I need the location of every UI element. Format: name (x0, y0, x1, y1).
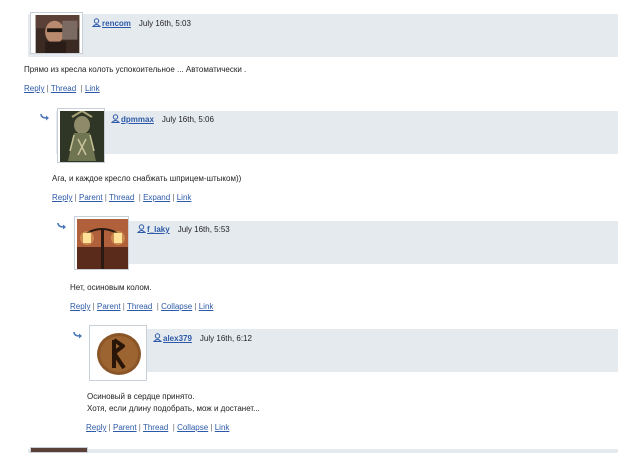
comment-date: July 16th, 6:12 (199, 334, 252, 343)
reply-link[interactable]: Reply (70, 302, 90, 311)
avatar[interactable] (74, 216, 129, 270)
reply-arrow-icon (40, 113, 49, 121)
comment-actions: Reply | Parent | Thread | Expand | Link (52, 193, 192, 202)
link-link[interactable]: Link (85, 84, 100, 93)
collapse-link[interactable]: Collapse (177, 423, 208, 432)
parent-link[interactable]: Parent (113, 423, 137, 432)
comment-date: July 16th, 5:53 (177, 225, 230, 234)
link-link[interactable]: Link (199, 302, 214, 311)
username-link[interactable]: f_laky (147, 225, 170, 234)
comment-meta: alex379 July 16th, 6:12 (152, 333, 252, 344)
reply-arrow-icon (57, 222, 66, 230)
collapse-link[interactable]: Collapse (161, 302, 192, 311)
comment-text: Нет, осиновым колом. (70, 283, 152, 292)
comment-actions: Reply | Parent | Thread | Collapse | Lin… (70, 302, 214, 311)
comment-header (28, 449, 618, 453)
comment-text: Ага, и каждое кресло снабжать шприцем-шт… (52, 174, 242, 183)
user-icon[interactable] (136, 224, 147, 235)
comment-meta: rencom July 16th, 5:03 (91, 18, 191, 29)
reply-link[interactable]: Reply (52, 193, 72, 202)
thread-link[interactable]: Thread (127, 302, 152, 311)
thread-link[interactable]: Thread (109, 193, 134, 202)
username-link[interactable]: rencom (102, 19, 131, 28)
user-icon[interactable] (91, 18, 102, 29)
user-icon[interactable] (110, 114, 121, 125)
comment-actions: Reply | Parent | Thread | Collapse | Lin… (86, 423, 230, 432)
reply-arrow-icon (73, 331, 82, 339)
avatar[interactable] (57, 108, 105, 163)
link-link[interactable]: Link (177, 193, 192, 202)
reply-link[interactable]: Reply (24, 84, 44, 93)
username-link[interactable]: alex379 (163, 334, 192, 343)
avatar[interactable] (30, 12, 83, 54)
reply-link[interactable]: Reply (86, 423, 106, 432)
username-link[interactable]: dpmmax (121, 115, 154, 124)
expand-link[interactable]: Expand (143, 193, 170, 202)
man-portrait-icon (35, 15, 80, 53)
comment-date: July 16th, 5:03 (138, 19, 191, 28)
user-icon[interactable] (152, 333, 163, 344)
comment-meta: dpmmax July 16th, 5:06 (110, 114, 214, 125)
rune-stone-icon (92, 328, 146, 380)
parent-link[interactable]: Parent (79, 193, 103, 202)
shaman-figure-icon (60, 111, 104, 162)
comment-meta: f_laky July 16th, 5:53 (136, 224, 230, 235)
thread-link[interactable]: Thread (51, 84, 76, 93)
comment-text: Прямо из кресла колоть успокоительное ..… (24, 65, 247, 74)
avatar[interactable] (89, 325, 147, 381)
link-link[interactable]: Link (215, 423, 230, 432)
comment-actions: Reply | Thread | Link (24, 84, 100, 93)
avatar[interactable] (30, 447, 88, 453)
comment-date: July 16th, 5:06 (161, 115, 214, 124)
comment-text: Осиновый в сердце принято. Хотя, если дл… (87, 392, 260, 413)
thread-link[interactable]: Thread (143, 423, 168, 432)
street-lamp-icon (77, 219, 128, 269)
parent-link[interactable]: Parent (97, 302, 121, 311)
